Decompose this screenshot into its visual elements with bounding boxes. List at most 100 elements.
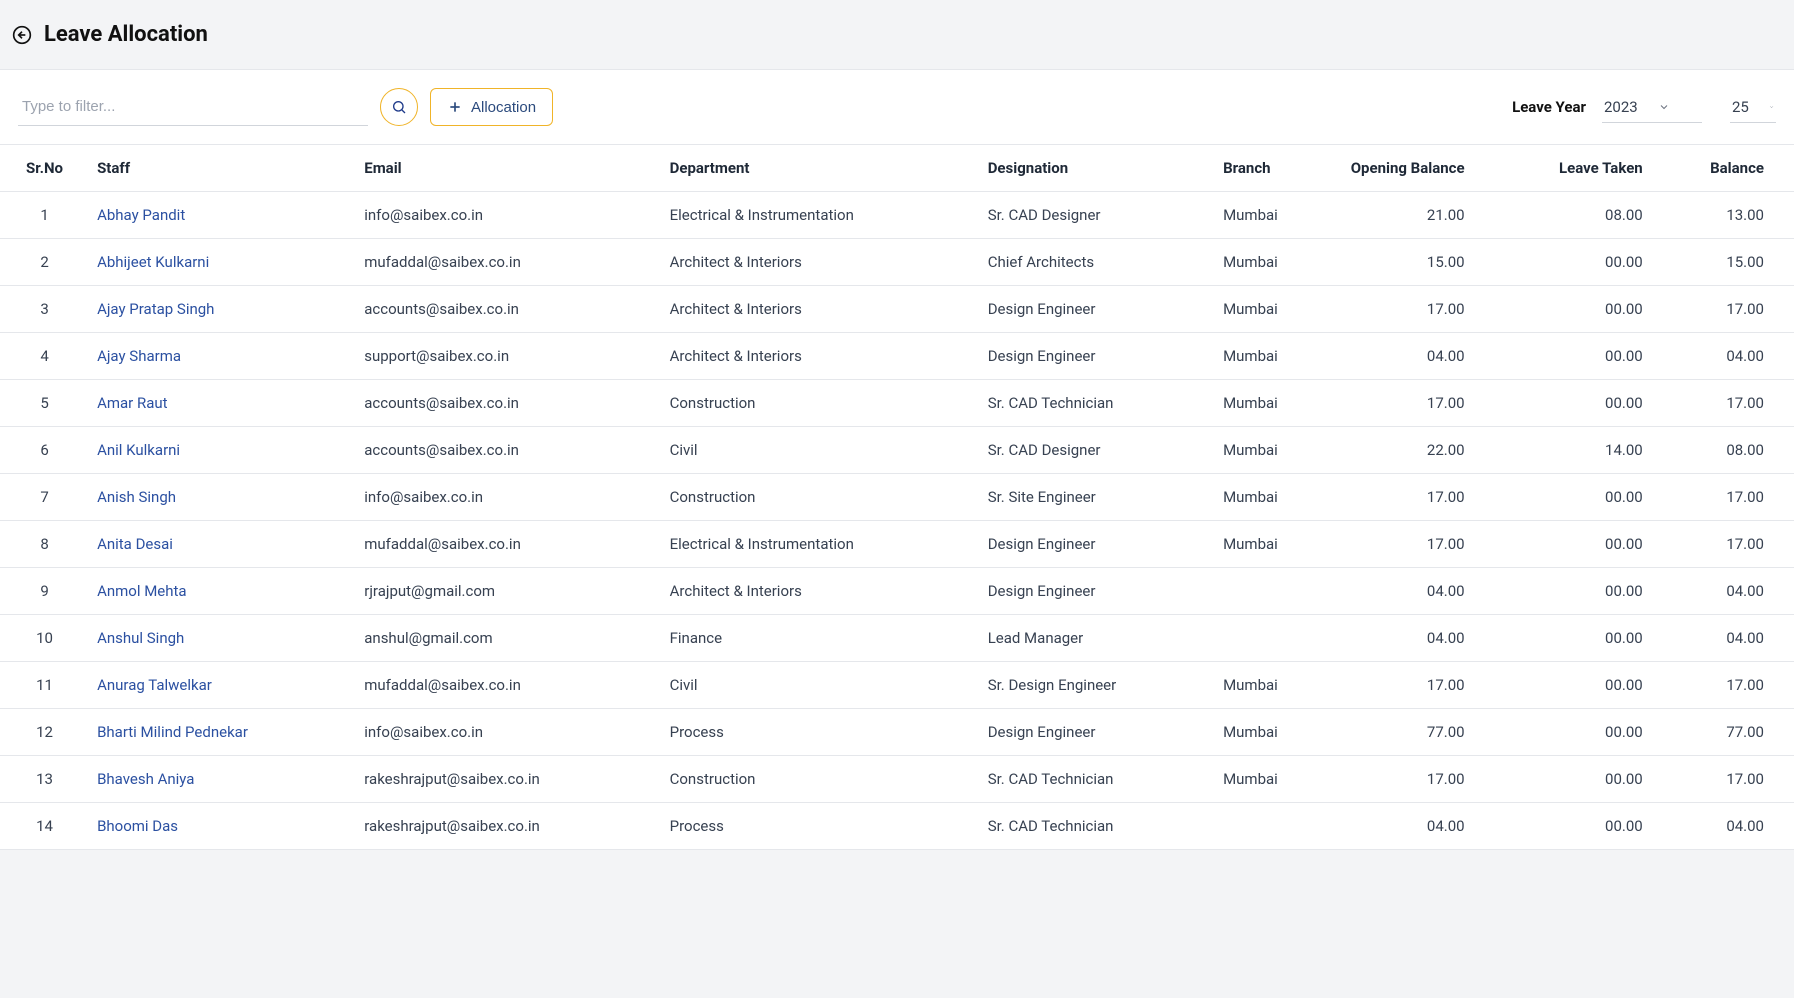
staff-link[interactable]: Anmol Mehta xyxy=(97,582,187,600)
table-header-row: Sr.No Staff Email Department Designation… xyxy=(0,145,1794,192)
cell-dept: Architect & Interiors xyxy=(662,239,980,286)
cell-email: rakeshrajput@saibex.co.in xyxy=(356,803,661,850)
cell-desig: Sr. CAD Designer xyxy=(980,427,1215,474)
cell-staff: Anmol Mehta xyxy=(89,568,356,615)
cell-branch: Mumbai xyxy=(1215,192,1336,239)
table-row[interactable]: 4Ajay Sharmasupport@saibex.co.inArchitec… xyxy=(0,333,1794,380)
back-button[interactable] xyxy=(10,23,34,47)
page-title: Leave Allocation xyxy=(44,22,208,47)
filter-input[interactable] xyxy=(18,88,368,126)
col-header-desig[interactable]: Designation xyxy=(980,145,1215,192)
staff-link[interactable]: Amar Raut xyxy=(97,394,167,412)
cell-email: mufaddal@saibex.co.in xyxy=(356,239,661,286)
cell-staff: Anshul Singh xyxy=(89,615,356,662)
staff-link[interactable]: Anita Desai xyxy=(97,535,173,553)
leave-year-select[interactable]: 2023 xyxy=(1602,92,1702,123)
table-row[interactable]: 3Ajay Pratap Singhaccounts@saibex.co.inA… xyxy=(0,286,1794,333)
cell-bal: 08.00 xyxy=(1667,427,1794,474)
cell-bal: 13.00 xyxy=(1667,192,1794,239)
cell-branch: Mumbai xyxy=(1215,380,1336,427)
chevron-down-icon xyxy=(1769,101,1774,113)
cell-desig: Sr. Site Engineer xyxy=(980,474,1215,521)
table-row[interactable]: 14Bhoomi Dasrakeshrajput@saibex.co.inPro… xyxy=(0,803,1794,850)
staff-link[interactable]: Bhavesh Aniya xyxy=(97,770,194,788)
cell-open: 17.00 xyxy=(1336,662,1489,709)
table-row[interactable]: 12Bharti Milind Pednekarinfo@saibex.co.i… xyxy=(0,709,1794,756)
cell-taken: 00.00 xyxy=(1489,615,1667,662)
add-allocation-label: Allocation xyxy=(471,99,536,116)
cell-email: anshul@gmail.com xyxy=(356,615,661,662)
table-row[interactable]: 6Anil Kulkarniaccounts@saibex.co.inCivil… xyxy=(0,427,1794,474)
cell-taken: 00.00 xyxy=(1489,286,1667,333)
cell-sr: 4 xyxy=(0,333,89,380)
cell-staff: Abhay Pandit xyxy=(89,192,356,239)
table-row[interactable]: 2Abhijeet Kulkarnimufaddal@saibex.co.inA… xyxy=(0,239,1794,286)
table-row[interactable]: 11Anurag Talwelkarmufaddal@saibex.co.inC… xyxy=(0,662,1794,709)
cell-dept: Process xyxy=(662,803,980,850)
arrow-left-circle-icon xyxy=(12,25,32,45)
add-allocation-button[interactable]: Allocation xyxy=(430,88,553,126)
cell-dept: Finance xyxy=(662,615,980,662)
cell-bal: 17.00 xyxy=(1667,756,1794,803)
cell-branch: Mumbai xyxy=(1215,239,1336,286)
cell-staff: Anil Kulkarni xyxy=(89,427,356,474)
cell-email: info@saibex.co.in xyxy=(356,192,661,239)
cell-desig: Sr. CAD Technician xyxy=(980,380,1215,427)
search-button[interactable] xyxy=(380,88,418,126)
col-header-sr[interactable]: Sr.No xyxy=(0,145,89,192)
cell-desig: Design Engineer xyxy=(980,568,1215,615)
cell-taken: 00.00 xyxy=(1489,333,1667,380)
table-row[interactable]: 13Bhavesh Aniyarakeshrajput@saibex.co.in… xyxy=(0,756,1794,803)
search-icon xyxy=(391,99,407,115)
col-header-taken[interactable]: Leave Taken xyxy=(1489,145,1667,192)
table-row[interactable]: 7Anish Singhinfo@saibex.co.inConstructio… xyxy=(0,474,1794,521)
cell-email: info@saibex.co.in xyxy=(356,709,661,756)
staff-link[interactable]: Anil Kulkarni xyxy=(97,441,180,459)
cell-desig: Sr. CAD Technician xyxy=(980,803,1215,850)
staff-link[interactable]: Bharti Milind Pednekar xyxy=(97,723,248,741)
col-header-open[interactable]: Opening Balance xyxy=(1336,145,1489,192)
cell-staff: Bhavesh Aniya xyxy=(89,756,356,803)
staff-link[interactable]: Ajay Pratap Singh xyxy=(97,300,214,318)
table-row[interactable]: 5Amar Rautaccounts@saibex.co.inConstruct… xyxy=(0,380,1794,427)
cell-desig: Design Engineer xyxy=(980,286,1215,333)
page-size-select[interactable]: 25 xyxy=(1730,92,1776,123)
cell-open: 21.00 xyxy=(1336,192,1489,239)
cell-open: 17.00 xyxy=(1336,756,1489,803)
cell-open: 04.00 xyxy=(1336,615,1489,662)
col-header-bal[interactable]: Balance xyxy=(1667,145,1794,192)
cell-email: info@saibex.co.in xyxy=(356,474,661,521)
staff-link[interactable]: Anish Singh xyxy=(97,488,176,506)
table-row[interactable]: 10Anshul Singhanshul@gmail.comFinanceLea… xyxy=(0,615,1794,662)
table-row[interactable]: 1Abhay Panditinfo@saibex.co.inElectrical… xyxy=(0,192,1794,239)
table-row[interactable]: 9Anmol Mehtarjrajput@gmail.comArchitect … xyxy=(0,568,1794,615)
staff-link[interactable]: Bhoomi Das xyxy=(97,817,178,835)
cell-open: 17.00 xyxy=(1336,286,1489,333)
col-header-email[interactable]: Email xyxy=(356,145,661,192)
cell-branch: Mumbai xyxy=(1215,333,1336,380)
cell-sr: 9 xyxy=(0,568,89,615)
cell-open: 17.00 xyxy=(1336,521,1489,568)
cell-taken: 00.00 xyxy=(1489,756,1667,803)
cell-sr: 5 xyxy=(0,380,89,427)
col-header-branch[interactable]: Branch xyxy=(1215,145,1336,192)
table-row[interactable]: 8Anita Desaimufaddal@saibex.co.inElectri… xyxy=(0,521,1794,568)
cell-bal: 17.00 xyxy=(1667,286,1794,333)
col-header-dept[interactable]: Department xyxy=(662,145,980,192)
plus-icon xyxy=(447,99,463,115)
cell-email: support@saibex.co.in xyxy=(356,333,661,380)
cell-dept: Civil xyxy=(662,427,980,474)
cell-open: 04.00 xyxy=(1336,333,1489,380)
staff-link[interactable]: Abhay Pandit xyxy=(97,206,185,224)
col-header-staff[interactable]: Staff xyxy=(89,145,356,192)
page-header: Leave Allocation xyxy=(0,0,1794,70)
cell-email: mufaddal@saibex.co.in xyxy=(356,521,661,568)
cell-open: 77.00 xyxy=(1336,709,1489,756)
cell-open: 17.00 xyxy=(1336,380,1489,427)
cell-email: rakeshrajput@saibex.co.in xyxy=(356,756,661,803)
staff-link[interactable]: Abhijeet Kulkarni xyxy=(97,253,209,271)
staff-link[interactable]: Anshul Singh xyxy=(97,629,184,647)
staff-link[interactable]: Anurag Talwelkar xyxy=(97,676,212,694)
staff-link[interactable]: Ajay Sharma xyxy=(97,347,181,365)
cell-staff: Bhoomi Das xyxy=(89,803,356,850)
